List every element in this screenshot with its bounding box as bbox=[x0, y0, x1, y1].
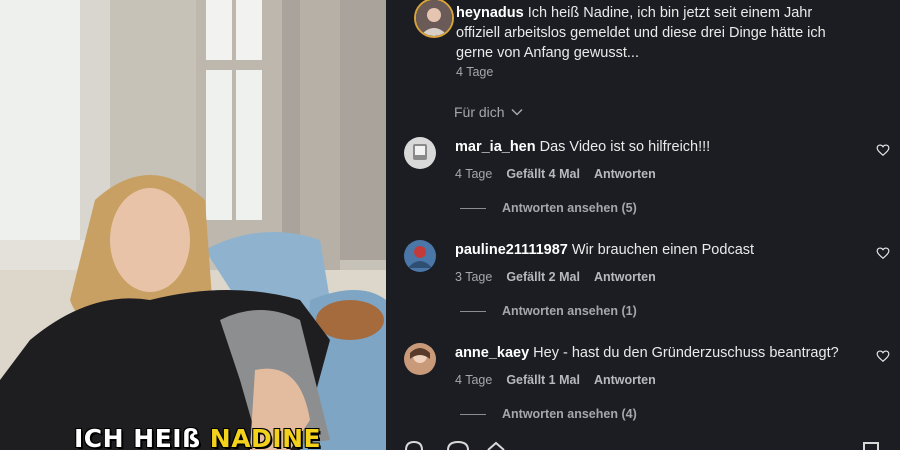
video-player[interactable]: ICH HEIß NADINE bbox=[0, 0, 386, 450]
sort-dropdown[interactable]: Für dich bbox=[454, 104, 523, 120]
view-replies-button[interactable]: Antworten ansehen (5) bbox=[460, 201, 637, 215]
view-replies-button[interactable]: Antworten ansehen (4) bbox=[460, 407, 637, 421]
comment-item: anne_kaey Hey - hast du den Gründerzuschu… bbox=[386, 343, 900, 443]
comment-timestamp: 4 Tage bbox=[455, 167, 493, 181]
comment-item: pauline21111987 Wir brauchen einen Podcas… bbox=[386, 240, 900, 340]
comment-likes[interactable]: Gefällt 2 Mal bbox=[506, 270, 580, 284]
post-timestamp: 4 Tage bbox=[456, 65, 494, 79]
comment-likes[interactable]: Gefällt 4 Mal bbox=[506, 167, 580, 181]
bookmark-icon-partial bbox=[863, 442, 879, 450]
reply-button[interactable]: Antworten bbox=[594, 167, 656, 181]
replies-divider bbox=[460, 413, 486, 415]
comment-body: Das Video ist so hilfreich!!! bbox=[539, 139, 711, 155]
comment-body: Wir brauchen einen Podcast bbox=[571, 242, 755, 258]
commenter-username[interactable]: pauline21111987 bbox=[455, 242, 568, 258]
chevron-down-icon bbox=[511, 108, 523, 116]
heart-icon[interactable] bbox=[876, 143, 890, 157]
comment-text: pauline21111987 Wir brauchen einen Podcas… bbox=[455, 242, 754, 258]
sort-label: Für dich bbox=[454, 104, 505, 120]
comment-icon-partial bbox=[447, 440, 469, 450]
view-replies-label: Antworten ansehen (5) bbox=[502, 201, 637, 215]
commenter-username[interactable]: anne_kaey bbox=[455, 345, 529, 361]
share-icon-partial bbox=[487, 441, 505, 450]
commenter-avatar[interactable] bbox=[404, 137, 436, 169]
author-avatar[interactable] bbox=[414, 0, 454, 38]
comment-text: anne_kaey Hey - hast du den Gründerzuschu… bbox=[455, 345, 839, 361]
view-replies-label: Antworten ansehen (1) bbox=[502, 304, 637, 318]
view-replies-label: Antworten ansehen (4) bbox=[502, 407, 637, 421]
comment-timestamp: 4 Tage bbox=[455, 373, 493, 387]
comment-item: mar_ia_hen Das Video ist so hilfreich!!! … bbox=[386, 137, 900, 237]
heart-icon[interactable] bbox=[876, 349, 890, 363]
heart-icon-partial bbox=[405, 440, 423, 450]
video-frame bbox=[0, 0, 386, 450]
comment-text: mar_ia_hen Das Video ist so hilfreich!!! bbox=[455, 139, 710, 155]
action-bar bbox=[405, 440, 879, 450]
comment-meta: 3 Tage Gefällt 2 Mal Antworten bbox=[455, 270, 656, 284]
comment-body: Hey - hast du den Gründerzuschuss beantr… bbox=[533, 345, 839, 361]
caption-prefix: ICH HEIß bbox=[74, 424, 201, 450]
comments-panel: heynadus Ich heiß Nadine, ich bin jetzt s… bbox=[386, 0, 900, 450]
comment-meta: 4 Tage Gefällt 4 Mal Antworten bbox=[455, 167, 656, 181]
commenter-avatar[interactable] bbox=[404, 240, 436, 272]
comment-timestamp: 3 Tage bbox=[455, 270, 493, 284]
replies-divider bbox=[460, 310, 486, 312]
reply-button[interactable]: Antworten bbox=[594, 373, 656, 387]
view-replies-button[interactable]: Antworten ansehen (1) bbox=[460, 304, 637, 318]
commenter-username[interactable]: mar_ia_hen bbox=[455, 139, 536, 155]
author-username[interactable]: heynadus bbox=[456, 5, 524, 21]
commenter-avatar[interactable] bbox=[404, 343, 436, 375]
replies-divider bbox=[460, 207, 486, 209]
caption-highlight: NADINE bbox=[209, 424, 322, 450]
post-text: heynadus Ich heiß Nadine, ich bin jetzt s… bbox=[456, 3, 860, 63]
heart-icon[interactable] bbox=[876, 246, 890, 260]
video-caption: ICH HEIß NADINE bbox=[74, 424, 321, 450]
comment-meta: 4 Tage Gefällt 1 Mal Antworten bbox=[455, 373, 656, 387]
comment-likes[interactable]: Gefällt 1 Mal bbox=[506, 373, 580, 387]
reply-button[interactable]: Antworten bbox=[594, 270, 656, 284]
